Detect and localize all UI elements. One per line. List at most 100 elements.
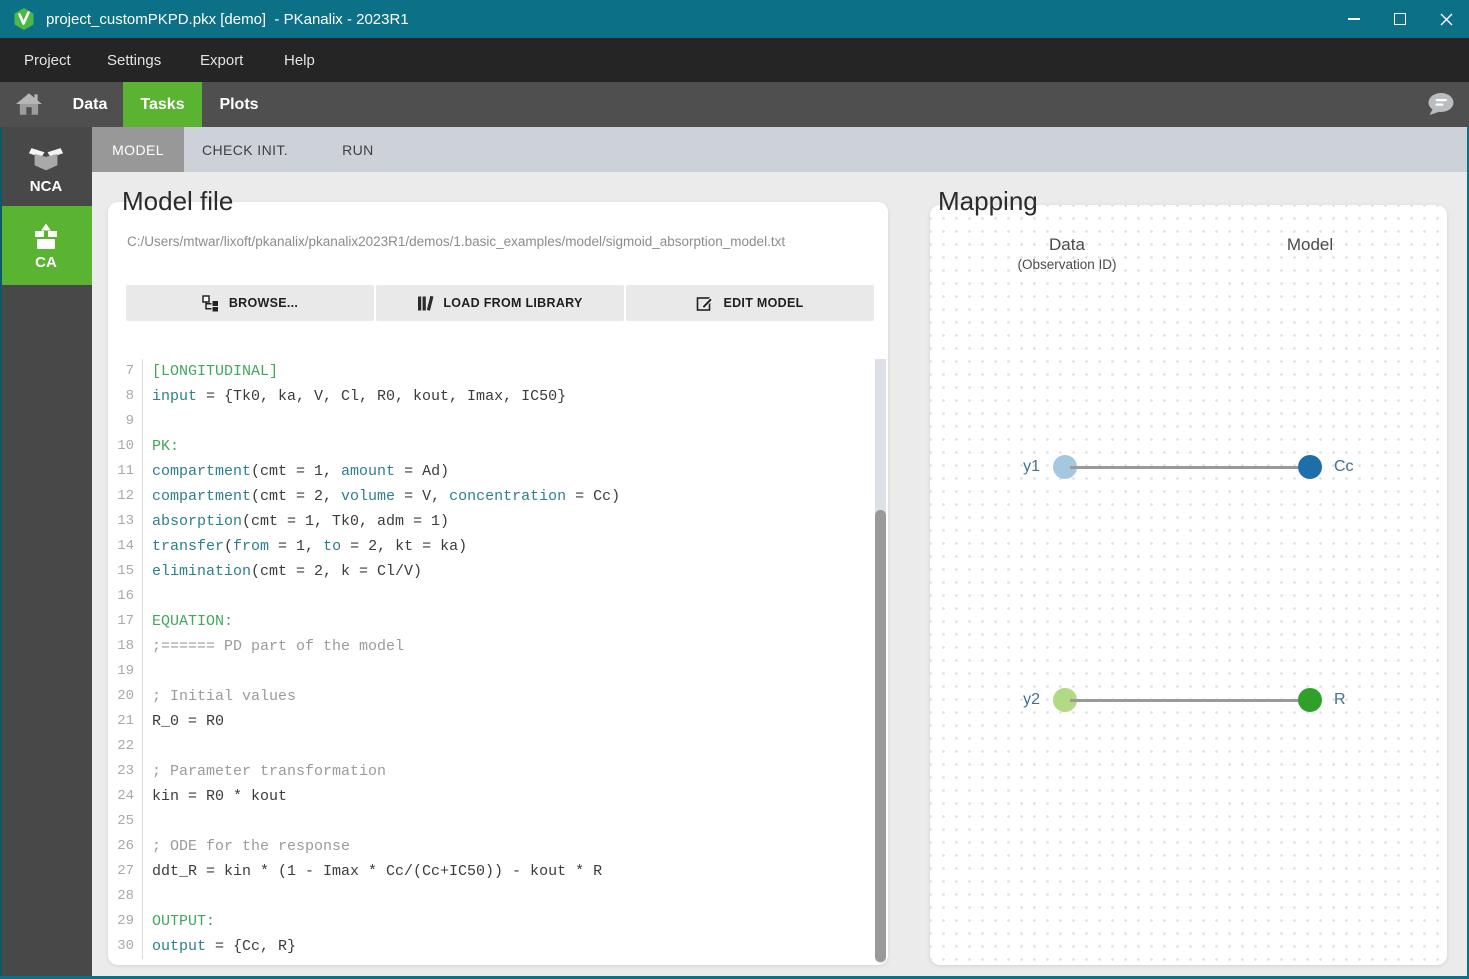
- minimize-button[interactable]: [1331, 0, 1377, 38]
- line-number: 30: [112, 934, 143, 959]
- code-line-text: kin = R0 * kout: [152, 788, 288, 805]
- code-line-text: ddt_R = kin * (1 - Imax * Cc/(Cc+IC50)) …: [152, 863, 603, 880]
- chat-bubble-icon: [1428, 93, 1454, 115]
- library-books-icon: [418, 295, 434, 311]
- sidebar-item-nca[interactable]: NCA: [0, 127, 92, 206]
- browse-tree-icon: [202, 294, 218, 311]
- line-number: 15: [112, 559, 143, 584]
- code-line-text: OUTPUT:: [152, 913, 216, 930]
- line-number: 14: [112, 534, 143, 559]
- app-logo-icon: [13, 8, 35, 30]
- code-line-text: ; Parameter transformation: [152, 763, 387, 780]
- menubar: Project Settings Export Help: [0, 38, 1469, 82]
- subtab-check-init[interactable]: CHECK INIT.: [184, 127, 306, 172]
- edit-model-button[interactable]: EDIT MODEL: [626, 285, 874, 321]
- code-line: 24 kin = R0 * kout: [112, 784, 886, 809]
- line-number: 13: [112, 509, 143, 534]
- subtab-run[interactable]: RUN: [324, 127, 392, 172]
- code-line: 25: [112, 809, 886, 834]
- line-number: 11: [112, 459, 143, 484]
- code-line: 21 R_0 = R0: [112, 709, 886, 734]
- tab-data[interactable]: Data: [62, 82, 118, 127]
- edit-pencil-icon: [697, 297, 714, 311]
- line-number: 19: [112, 659, 143, 684]
- edit-model-button-label: EDIT MODEL: [723, 296, 804, 310]
- maximize-icon: [1394, 13, 1406, 25]
- ca-box-icon: [35, 223, 57, 249]
- line-number: 24: [112, 784, 143, 809]
- code-line: 22: [112, 734, 886, 759]
- code-line: 20 ; Initial values: [112, 684, 886, 709]
- model-code-editor[interactable]: 7 [LONGITUDINAL] 8 input = {Tk0, ka, V, Cl,…: [112, 359, 886, 963]
- model-file-path: C:/Users/mtwar/lixoft/pkanalix/pkanalix2…: [127, 234, 786, 249]
- code-line-text: EQUATION:: [152, 613, 234, 630]
- mapping-model-label: Cc: [1334, 458, 1354, 475]
- code-line: 15 elimination(cmt = 2, k = Cl/V): [112, 559, 886, 584]
- code-line-text: output = {Cc, R}: [152, 938, 297, 955]
- window-title: project_customPKPD.pkx [demo] - PKanalix…: [46, 10, 409, 28]
- code-line-text: ; Initial values: [152, 688, 297, 705]
- close-button[interactable]: [1423, 0, 1469, 38]
- mapping-rows: y1 Cc y2 R: [930, 205, 1447, 965]
- close-icon: [1440, 13, 1452, 25]
- task-subtabs: MODEL CHECK INIT. RUN: [92, 127, 1469, 172]
- model-file-toolbar: BROWSE... LOAD FROM LIBRARY EDIT MODEL: [126, 285, 874, 321]
- code-line: 17 EQUATION:: [112, 609, 886, 634]
- code-line-text: input = {Tk0, ka, V, Cl, R0, kout, Imax,…: [152, 388, 567, 405]
- browse-button[interactable]: BROWSE...: [126, 285, 374, 321]
- window-controls: [1331, 0, 1469, 38]
- code-line: 29 OUTPUT:: [112, 909, 886, 934]
- maximize-button[interactable]: [1377, 0, 1423, 38]
- code-line-text: compartment(cmt = 1, amount = Ad): [152, 463, 450, 480]
- menu-settings[interactable]: Settings: [107, 38, 161, 82]
- line-number: 16: [112, 584, 143, 609]
- line-number: 8: [112, 384, 143, 409]
- mapping-row: y2 R: [930, 688, 1447, 712]
- subtab-model[interactable]: MODEL: [92, 127, 184, 172]
- load-from-library-button-label: LOAD FROM LIBRARY: [443, 296, 583, 310]
- menu-export[interactable]: Export: [200, 38, 243, 82]
- line-number: 23: [112, 759, 143, 784]
- tab-plots[interactable]: Plots: [208, 82, 270, 127]
- menu-project[interactable]: Project: [24, 38, 71, 82]
- mapping-title: Mapping: [938, 186, 1038, 216]
- code-line: 16: [112, 584, 886, 609]
- load-from-library-button[interactable]: LOAD FROM LIBRARY: [376, 285, 624, 321]
- mapping-data-label: y2: [1023, 691, 1040, 708]
- code-line: 7 [LONGITUDINAL]: [112, 359, 886, 384]
- code-line-text: R_0 = R0: [152, 713, 225, 730]
- mapping-model-dot[interactable]: [1298, 688, 1322, 712]
- menu-help[interactable]: Help: [284, 38, 315, 82]
- mapping-panel: Data (Observation ID) Model y1 Cc y2 R: [930, 205, 1447, 965]
- model-file-title: Model file: [122, 186, 234, 216]
- mapping-connector-line: [1070, 466, 1304, 469]
- line-number: 9: [112, 409, 143, 434]
- code-line: 14 transfer(from = 1, to = 2, kt = ka): [112, 534, 886, 559]
- code-line: 13 absorption(cmt = 1, Tk0, adm = 1): [112, 509, 886, 534]
- line-number: 18: [112, 634, 143, 659]
- editor-scrollbar[interactable]: [875, 359, 886, 963]
- code-line: 30 output = {Cc, R}: [112, 934, 886, 959]
- line-number: 29: [112, 909, 143, 934]
- mapping-row: y1 Cc: [930, 455, 1447, 479]
- mapping-connector-line: [1070, 699, 1304, 702]
- code-line: 8 input = {Tk0, ka, V, Cl, R0, kout, Imax…: [112, 384, 886, 409]
- window-left-edge: [0, 127, 2, 979]
- code-line-text: absorption(cmt = 1, Tk0, adm = 1): [152, 513, 450, 530]
- line-number: 26: [112, 834, 143, 859]
- sidebar-item-ca[interactable]: CA: [0, 206, 92, 285]
- code-line: 26 ; ODE for the response: [112, 834, 886, 859]
- tab-tasks[interactable]: Tasks: [123, 82, 202, 127]
- line-number: 27: [112, 859, 143, 884]
- editor-scrollbar-thumb[interactable]: [875, 510, 886, 962]
- home-button[interactable]: [15, 92, 45, 118]
- code-line: 11 compartment(cmt = 1, amount = Ad): [112, 459, 886, 484]
- line-number: 28: [112, 884, 143, 909]
- mapping-model-dot[interactable]: [1298, 455, 1322, 479]
- line-number: 7: [112, 359, 143, 384]
- model-file-panel: C:/Users/mtwar/lixoft/pkanalix/pkanalix2…: [108, 202, 888, 965]
- feedback-chat-button[interactable]: [1426, 92, 1454, 117]
